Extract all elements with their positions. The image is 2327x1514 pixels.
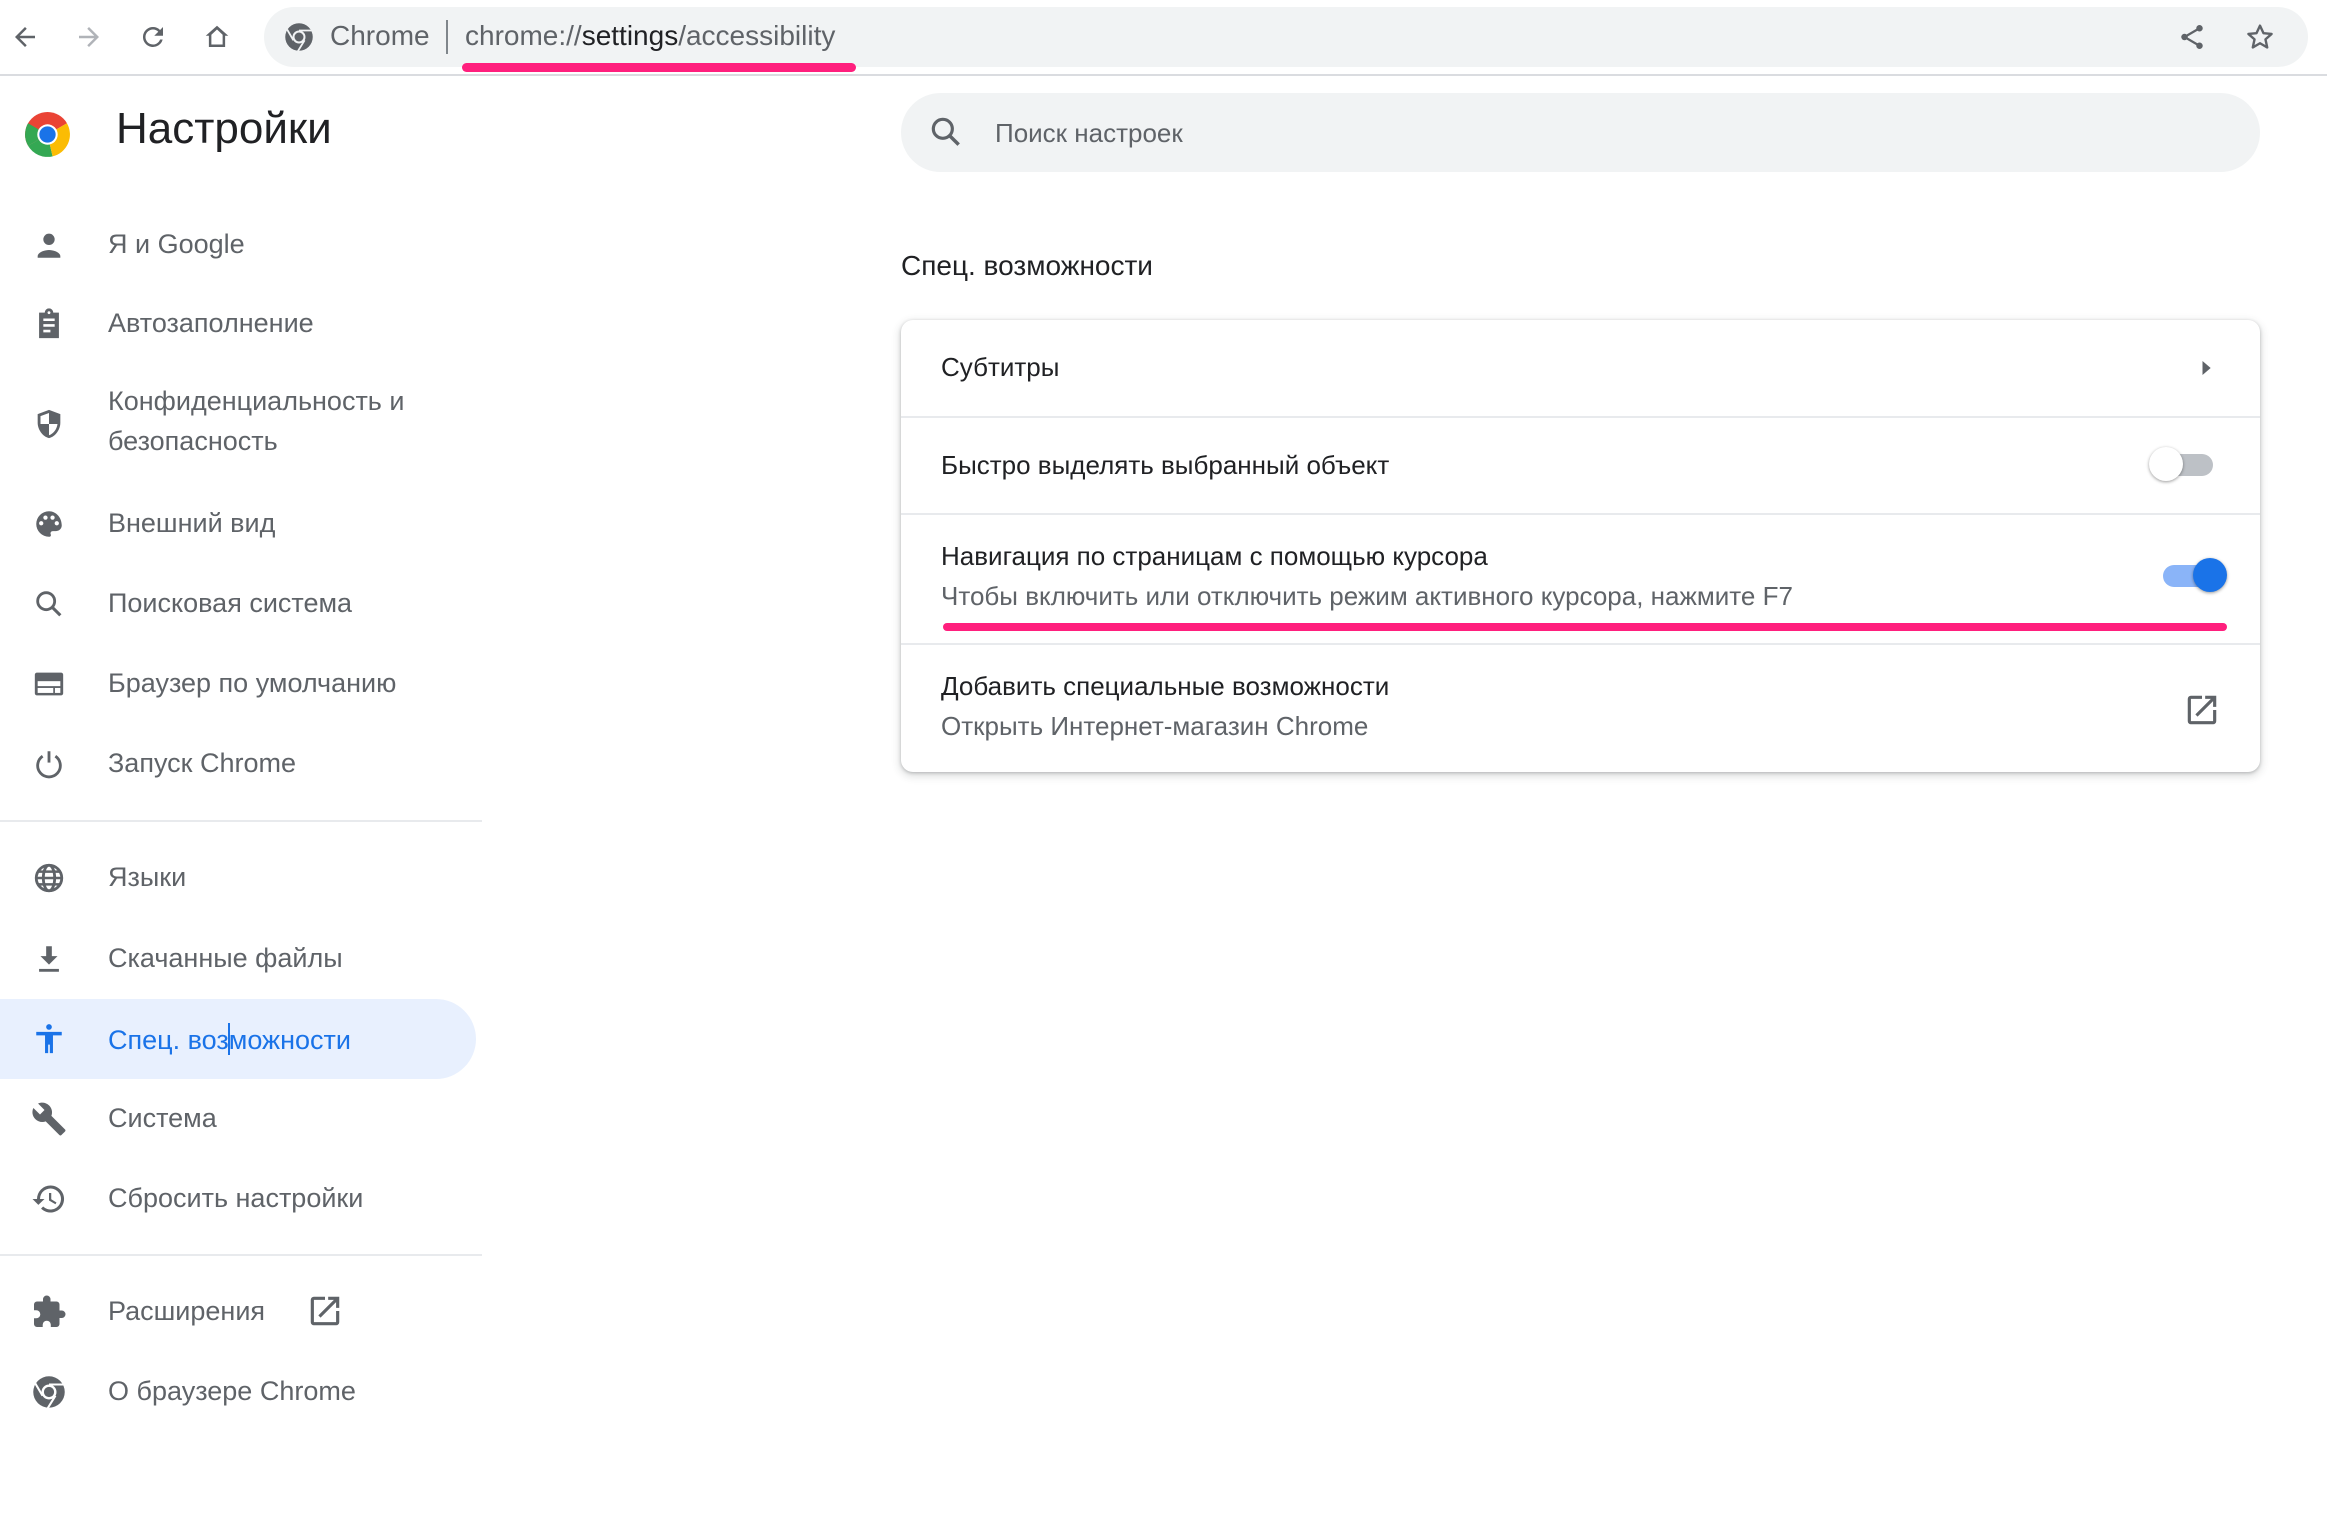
row-subtitle: Открыть Интернет-магазин Chrome bbox=[941, 711, 1369, 741]
sidebar-divider bbox=[0, 1254, 482, 1256]
caret-browsing-toggle[interactable] bbox=[2157, 556, 2227, 596]
url-path: /accessibility bbox=[678, 20, 836, 51]
sidebar-item-appearance[interactable]: Внешний вид bbox=[0, 484, 476, 564]
home-icon bbox=[205, 25, 229, 47]
reload-button[interactable] bbox=[130, 14, 176, 60]
sidebar-item-privacy-security[interactable]: Конфиденциальность и безопасность bbox=[0, 369, 476, 479]
share-icon bbox=[2181, 25, 2203, 49]
download-icon bbox=[31, 941, 67, 977]
sidebar-item-label: Автозаполнение bbox=[108, 308, 314, 338]
label-part: можности bbox=[228, 1025, 351, 1055]
sidebar-item-extensions[interactable]: Расширения bbox=[0, 1272, 476, 1352]
toggle-knob bbox=[2193, 558, 2227, 592]
sidebar-item-downloads[interactable]: Скачанные файлы bbox=[0, 919, 476, 999]
sidebar-item-label: Браузер по умолчанию bbox=[108, 668, 397, 698]
sidebar-item-default-browser[interactable]: Браузер по умолчанию bbox=[0, 644, 476, 724]
sidebar-item-on-startup[interactable]: Запуск Chrome bbox=[0, 724, 476, 804]
sidebar-item-label: Скачанные файлы bbox=[108, 943, 343, 973]
row-title: Добавить специальные возможности bbox=[941, 671, 1390, 701]
sidebar-item-autofill[interactable]: Автозаполнение bbox=[0, 284, 476, 364]
sidebar-item-search-engine[interactable]: Поисковая система bbox=[0, 564, 476, 644]
sidebar-item-system[interactable]: Система bbox=[0, 1079, 476, 1159]
row-subtitle: Чтобы включить или отключить режим актив… bbox=[941, 581, 1793, 611]
omnibox-separator bbox=[446, 20, 448, 54]
caret-browsing-row[interactable]: Навигация по страницам с помощью курсора… bbox=[901, 513, 2260, 643]
toggle-knob bbox=[2149, 447, 2183, 481]
sidebar-item-label: Языки bbox=[108, 862, 187, 892]
clipboard-icon bbox=[31, 306, 67, 342]
chrome-icon bbox=[285, 23, 313, 52]
search-icon bbox=[31, 586, 67, 622]
row-title: Навигация по страницам с помощью курсора bbox=[941, 541, 1488, 571]
url-text[interactable]: chrome://settings/accessibility bbox=[465, 20, 835, 52]
sidebar-item-accessibility[interactable]: Спец. возможности bbox=[0, 999, 476, 1079]
back-button[interactable] bbox=[2, 14, 48, 60]
address-bar[interactable]: Chrome chrome://settings/accessibility bbox=[264, 7, 2308, 67]
wrench-icon bbox=[31, 1101, 67, 1137]
sidebar-item-label: Расширения bbox=[108, 1296, 266, 1326]
sidebar-divider bbox=[0, 820, 482, 822]
label-part: Спец. воз bbox=[108, 1025, 229, 1055]
captions-row[interactable]: Субтитры bbox=[901, 320, 2260, 416]
forward-button[interactable] bbox=[66, 14, 112, 60]
sidebar-item-label: Запуск Chrome bbox=[108, 748, 296, 778]
power-icon bbox=[31, 746, 67, 782]
sidebar-item-label: Поисковая система bbox=[108, 588, 353, 618]
site-label: Chrome bbox=[330, 20, 430, 51]
section-title: Спец. возможности bbox=[901, 250, 1153, 281]
restore-icon bbox=[31, 1181, 67, 1217]
add-accessibility-features-row[interactable]: Добавить специальные возможности Открыть… bbox=[901, 643, 2260, 774]
reload-icon bbox=[142, 26, 163, 47]
url-scheme: chrome:// bbox=[465, 20, 582, 51]
chrome-icon bbox=[31, 1374, 67, 1410]
open-in-new-icon bbox=[310, 1296, 340, 1326]
focus-highlight-row[interactable]: Быстро выделять выбранный объект bbox=[901, 416, 2260, 513]
sidebar-item-label: Система bbox=[108, 1103, 217, 1133]
settings-search[interactable] bbox=[901, 93, 2260, 172]
browser-toolbar: Chrome chrome://settings/accessibility bbox=[0, 0, 2327, 76]
sidebar-item-label: Спец. возможности bbox=[108, 1023, 351, 1056]
sidebar-item-label: Конфиденциальность и безопасность bbox=[108, 386, 405, 456]
sidebar-item-about-chrome[interactable]: О браузере Chrome bbox=[0, 1352, 476, 1432]
person-icon bbox=[31, 227, 67, 263]
annotation-underline-row bbox=[943, 623, 2227, 631]
browser-window-icon bbox=[31, 666, 67, 702]
arrow-left-icon bbox=[15, 27, 35, 47]
annotation-underline-url bbox=[462, 63, 856, 72]
accessibility-settings-card: Субтитры Быстро выделять выбранный объек… bbox=[901, 320, 2260, 772]
search-input[interactable] bbox=[993, 109, 2197, 157]
open-in-new-icon bbox=[2187, 695, 2217, 725]
url-host: settings bbox=[581, 20, 679, 51]
chevron-right-icon bbox=[2202, 361, 2211, 375]
sidebar-item-reset-settings[interactable]: Сбросить настройки bbox=[0, 1159, 476, 1239]
chrome-logo-icon bbox=[25, 112, 70, 157]
star-icon bbox=[2247, 24, 2273, 49]
arrow-right-icon bbox=[79, 27, 99, 47]
share-button[interactable] bbox=[2174, 19, 2210, 55]
globe-icon bbox=[31, 860, 67, 896]
puzzle-icon bbox=[31, 1294, 67, 1330]
row-title: Быстро выделять выбранный объект bbox=[941, 450, 1390, 480]
sidebar-item-label: Внешний вид bbox=[108, 508, 276, 538]
row-title: Субтитры bbox=[941, 352, 1060, 382]
bookmark-button[interactable] bbox=[2242, 19, 2278, 55]
palette-icon bbox=[31, 506, 67, 542]
focus-highlight-toggle[interactable] bbox=[2149, 445, 2219, 485]
page-title: Настройки bbox=[116, 104, 332, 153]
sidebar-item-label: Я и Google bbox=[108, 229, 245, 259]
home-button[interactable] bbox=[194, 14, 240, 60]
sidebar-item-label: О браузере Chrome bbox=[108, 1376, 356, 1406]
sidebar-item-label: Сбросить настройки bbox=[108, 1183, 364, 1213]
search-icon bbox=[931, 117, 960, 146]
accessibility-icon bbox=[31, 1021, 67, 1057]
sidebar-item-you-and-google[interactable]: Я и Google bbox=[0, 205, 476, 285]
sidebar-item-languages[interactable]: Языки bbox=[0, 838, 476, 918]
shield-icon bbox=[31, 406, 67, 442]
